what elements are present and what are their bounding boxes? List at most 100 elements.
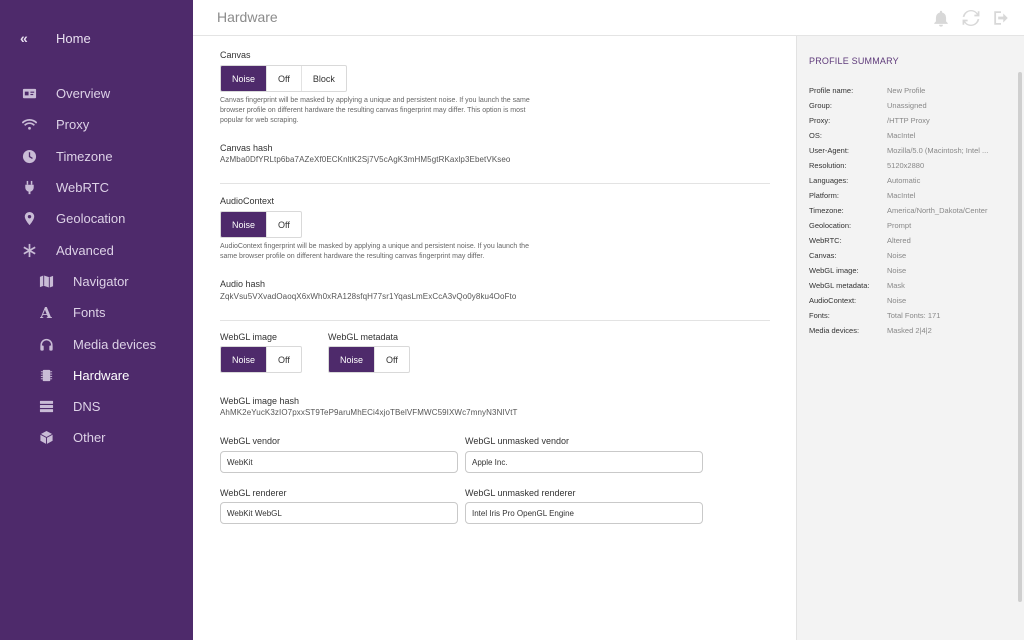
sidebar-item-label: Fonts <box>73 305 106 321</box>
summary-row: Media devices: Masked 2|4|2 <box>809 326 1009 335</box>
summary-value: Noise <box>887 266 907 275</box>
summary-key: OS: <box>809 131 822 140</box>
webgl-metadata-segmented: Noise Off <box>328 346 410 373</box>
sidebar-item-media-devices[interactable]: Media devices <box>0 328 193 359</box>
server-icon <box>37 398 55 416</box>
webgl-image-segmented: Noise Off <box>220 346 302 373</box>
sidebar-item-label: Navigator <box>73 273 129 289</box>
bell-icon[interactable] <box>932 9 950 27</box>
sidebar-item-hardware[interactable]: Hardware <box>0 360 193 391</box>
sidebar-item-label: Overview <box>56 86 111 102</box>
summary-value: Mozilla/5.0 (Macintosh; Intel ... <box>887 146 989 155</box>
sidebar-item-label: Other <box>73 430 106 446</box>
sidebar-item-label: Advanced <box>56 242 114 258</box>
canvas-hash-label: Canvas hash <box>220 143 273 153</box>
audio-context-label: AudioContext <box>220 196 275 206</box>
profile-summary-title: PROFILE SUMMARY <box>809 56 899 66</box>
audio-hash-label: Audio hash <box>220 279 266 289</box>
webgl-renderer-field[interactable]: WebKit WebGL <box>220 502 458 524</box>
header: Hardware <box>193 0 1024 36</box>
summary-value: Unassigned <box>887 101 927 110</box>
webgl-renderer-label: WebGL renderer <box>220 488 287 498</box>
webgl-vendor-field[interactable]: WebKit <box>220 451 458 473</box>
sidebar-item-geolocation[interactable]: Geolocation <box>0 203 193 234</box>
webgl-vendor-label: WebGL vendor <box>220 436 281 446</box>
summary-key: WebRTC: <box>809 236 842 245</box>
webgl-unmasked-vendor-label: WebGL unmasked vendor <box>465 436 570 446</box>
sidebar-nav: Overview Proxy Timezone WebRTC Geolocati… <box>0 78 193 454</box>
summary-row: User-Agent: Mozilla/5.0 (Macintosh; Intel… <box>809 146 1009 155</box>
webgl-unmasked-vendor-field[interactable]: Apple Inc. <box>465 451 703 473</box>
webgl-metadata-off-option[interactable]: Off <box>375 347 409 372</box>
sidebar-item-label: Proxy <box>56 117 90 133</box>
summary-value: /HTTP Proxy <box>887 116 930 125</box>
summary-value: Masked 2|4|2 <box>887 326 932 335</box>
summary-value: Noise <box>887 251 907 260</box>
profile-summary-panel: PROFILE SUMMARY Profile name: New Profile… <box>796 36 1024 640</box>
webgl-image-hash-value: AhMK2eYucK3zIO7pxxST9TeP9aruMhECi4xjoTBe… <box>220 408 518 417</box>
summary-key: Profile name: <box>809 86 854 95</box>
summary-row: Languages: Automatic <box>809 176 1009 185</box>
summary-key: Resolution: <box>809 161 847 170</box>
summary-value: Automatic <box>887 176 921 185</box>
sidebar-item-other[interactable]: Other <box>0 422 193 453</box>
scrollbar[interactable] <box>1018 72 1022 602</box>
webgl-metadata-noise-option[interactable]: Noise <box>329 347 376 372</box>
audio-noise-option[interactable]: Noise <box>221 212 268 237</box>
summary-key: WebGL metadata: <box>809 281 870 290</box>
canvas-label: Canvas <box>220 50 251 60</box>
summary-value: America/North_Dakota/Center <box>887 206 988 215</box>
id-card-icon <box>20 85 38 103</box>
home-label: Home <box>56 30 91 46</box>
webgl-unmasked-renderer-field[interactable]: Intel Iris Pro OpenGL Engine <box>465 502 703 524</box>
summary-row: Proxy: /HTTP Proxy <box>809 116 1009 125</box>
summary-key: User-Agent: <box>809 146 850 155</box>
clock-icon <box>20 147 38 165</box>
summary-value: Altered <box>887 236 911 245</box>
sidebar-item-overview[interactable]: Overview <box>0 78 193 109</box>
summary-row: Platform: MacIntel <box>809 191 1009 200</box>
webgl-image-label: WebGL image <box>220 332 278 342</box>
plug-icon <box>20 179 38 197</box>
canvas-off-option[interactable]: Off <box>267 66 302 91</box>
audio-off-option[interactable]: Off <box>267 212 301 237</box>
sidebar-item-proxy[interactable]: Proxy <box>0 109 193 140</box>
sidebar-item-label: Geolocation <box>56 211 126 227</box>
webgl-image-noise-option[interactable]: Noise <box>221 347 268 372</box>
page-title: Hardware <box>217 9 278 25</box>
section-divider <box>220 320 770 321</box>
cube-icon <box>37 429 55 447</box>
sidebar-item-fonts[interactable]: A Fonts <box>0 297 193 328</box>
summary-row: Fonts: Total Fonts: 171 <box>809 311 1009 320</box>
refresh-icon[interactable] <box>962 9 980 27</box>
summary-row: AudioContext: Noise <box>809 296 1009 305</box>
summary-key: Canvas: <box>809 251 837 260</box>
sidebar-item-timezone[interactable]: Timezone <box>0 141 193 172</box>
sidebar-item-navigator[interactable]: Navigator <box>0 266 193 297</box>
summary-key: Proxy: <box>809 116 831 125</box>
summary-row: Profile name: New Profile <box>809 86 1009 95</box>
canvas-noise-option[interactable]: Noise <box>221 66 268 91</box>
webgl-metadata-label: WebGL metadata <box>328 332 399 342</box>
canvas-description: Canvas fingerprint will be masked by app… <box>220 97 530 124</box>
summary-value: New Profile <box>887 86 926 95</box>
summary-key: Media devices: <box>809 326 860 335</box>
summary-row: Group: Unassigned <box>809 101 1009 110</box>
sidebar-item-dns[interactable]: DNS <box>0 391 193 422</box>
summary-key: Fonts: <box>809 311 830 320</box>
section-divider <box>220 183 770 184</box>
home-link[interactable]: « Home <box>0 0 193 76</box>
sidebar-item-advanced[interactable]: Advanced <box>0 234 193 265</box>
sidebar-item-webrtc[interactable]: WebRTC <box>0 172 193 203</box>
double-chevron-left-icon: « <box>20 30 28 46</box>
chip-icon <box>37 366 55 384</box>
webgl-image-off-option[interactable]: Off <box>267 347 301 372</box>
summary-key: AudioContext: <box>809 296 857 305</box>
logout-icon[interactable] <box>992 9 1010 27</box>
summary-row: OS: MacIntel <box>809 131 1009 140</box>
summary-row: Resolution: 5120x2880 <box>809 161 1009 170</box>
canvas-block-option[interactable]: Block <box>302 66 346 91</box>
webgl-image-hash-label: WebGL image hash <box>220 396 300 406</box>
sidebar-item-label: WebRTC <box>56 180 109 196</box>
summary-key: WebGL image: <box>809 266 859 275</box>
